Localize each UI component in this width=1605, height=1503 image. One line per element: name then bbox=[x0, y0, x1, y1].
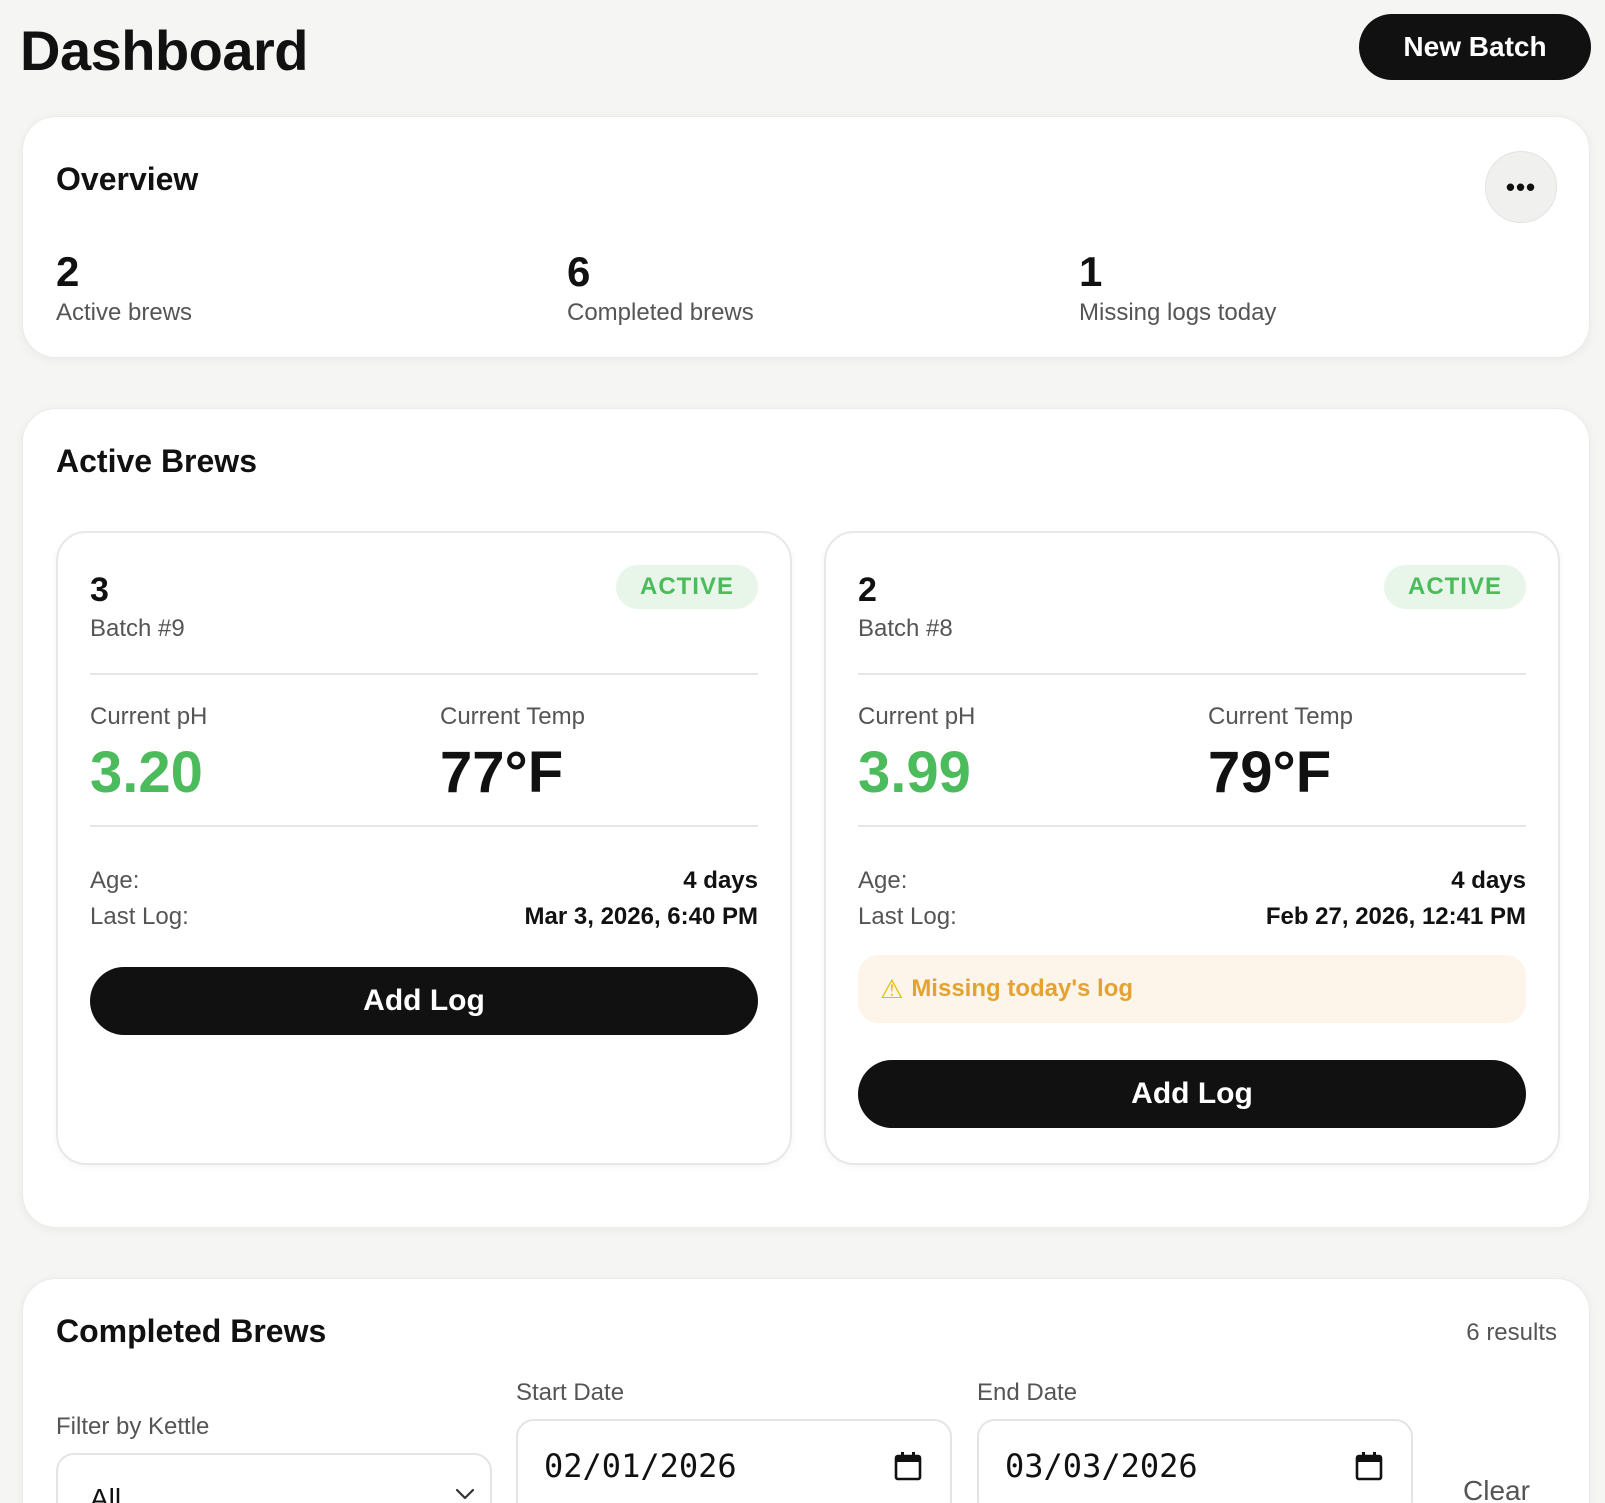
warning-icon: ⚠ bbox=[880, 973, 904, 1004]
new-batch-button[interactable]: New Batch bbox=[1359, 14, 1591, 80]
stat-missing-logs: 1 Missing logs today bbox=[1079, 249, 1276, 327]
start-date-label: Start Date bbox=[516, 1379, 625, 1406]
more-horizontal-icon: ••• bbox=[1505, 171, 1537, 202]
stat-value: 2 bbox=[56, 248, 80, 295]
temp-label: Current Temp bbox=[1208, 703, 1353, 730]
calendar-icon[interactable] bbox=[894, 1451, 922, 1481]
divider bbox=[858, 673, 1526, 675]
kettle-number: 2 bbox=[858, 571, 877, 609]
kettle-number: 3 bbox=[90, 571, 109, 609]
ph-value: 3.20 bbox=[90, 740, 203, 805]
last-log-label: Last Log: bbox=[90, 903, 189, 930]
divider bbox=[858, 825, 1526, 827]
start-date-input[interactable]: 02/01/2026 bbox=[516, 1419, 952, 1503]
more-options-button[interactable]: ••• bbox=[1485, 151, 1557, 223]
kettle-filter-select[interactable]: All bbox=[56, 1453, 492, 1503]
clear-filters-button[interactable]: Clear bbox=[1463, 1475, 1530, 1503]
page-header: Dashboard New Batch bbox=[20, 12, 1591, 84]
stat-label: Missing logs today bbox=[1079, 299, 1277, 326]
kettle-filter-value: All bbox=[90, 1483, 122, 1503]
age-label: Age: bbox=[90, 867, 140, 894]
status-badge: ACTIVE bbox=[615, 565, 758, 609]
ph-value: 3.99 bbox=[858, 740, 971, 805]
batch-name: Batch #9 bbox=[90, 615, 185, 642]
ph-label: Current pH bbox=[90, 703, 208, 730]
missing-log-warning: ⚠ Missing today's log bbox=[858, 955, 1526, 1023]
batch-name: Batch #8 bbox=[858, 615, 953, 642]
results-count: 6 results bbox=[1466, 1319, 1557, 1346]
chevron-down-icon bbox=[455, 1488, 475, 1500]
filter-kettle-label: Filter by Kettle bbox=[56, 1413, 210, 1440]
active-brews-card: Active Brews 3 Batch #9 ACTIVE Current p… bbox=[22, 408, 1590, 1228]
stat-label: Active brews bbox=[56, 299, 193, 326]
start-date-value: 02/01/2026 bbox=[544, 1447, 737, 1485]
last-log-label: Last Log: bbox=[858, 903, 957, 930]
age-value: 4 days bbox=[683, 867, 758, 894]
temp-value: 77°F bbox=[440, 740, 564, 805]
age-value: 4 days bbox=[1451, 867, 1526, 894]
add-log-button[interactable]: Add Log bbox=[858, 1060, 1526, 1128]
temp-label: Current Temp bbox=[440, 703, 585, 730]
completed-brews-card: Completed Brews 6 results Filter by Kett… bbox=[22, 1278, 1590, 1503]
divider bbox=[90, 673, 758, 675]
warning-text: Missing today's log bbox=[911, 975, 1134, 1002]
brew-card[interactable]: 3 Batch #9 ACTIVE Current pH 3.20 Curren… bbox=[56, 531, 792, 1165]
overview-card: Overview ••• 2 Active brews 6 Completed … bbox=[22, 116, 1590, 358]
last-log-value: Mar 3, 2026, 6:40 PM bbox=[524, 903, 758, 930]
page-title: Dashboard bbox=[20, 19, 309, 82]
temp-value: 79°F bbox=[1208, 740, 1332, 805]
end-date-label: End Date bbox=[977, 1379, 1078, 1406]
completed-brews-title: Completed Brews bbox=[56, 1313, 327, 1349]
add-log-button[interactable]: Add Log bbox=[90, 967, 758, 1035]
age-label: Age: bbox=[858, 867, 908, 894]
last-log-value: Feb 27, 2026, 12:41 PM bbox=[1265, 903, 1526, 930]
end-date-input[interactable]: 03/03/2026 bbox=[977, 1419, 1413, 1503]
brew-card[interactable]: 2 Batch #8 ACTIVE Current pH 3.99 Curren… bbox=[824, 531, 1560, 1165]
stat-label: Completed brews bbox=[567, 299, 754, 326]
stat-completed-brews: 6 Completed brews bbox=[567, 249, 754, 327]
stat-value: 1 bbox=[1079, 248, 1103, 295]
end-date-value: 03/03/2026 bbox=[1005, 1447, 1198, 1485]
stat-active-brews: 2 Active brews bbox=[56, 249, 192, 327]
overview-title: Overview bbox=[56, 161, 199, 197]
ph-label: Current pH bbox=[858, 703, 976, 730]
status-badge: ACTIVE bbox=[1383, 565, 1526, 609]
calendar-icon[interactable] bbox=[1355, 1451, 1383, 1481]
divider bbox=[90, 825, 758, 827]
active-brews-title: Active Brews bbox=[56, 443, 257, 479]
stat-value: 6 bbox=[567, 248, 591, 295]
